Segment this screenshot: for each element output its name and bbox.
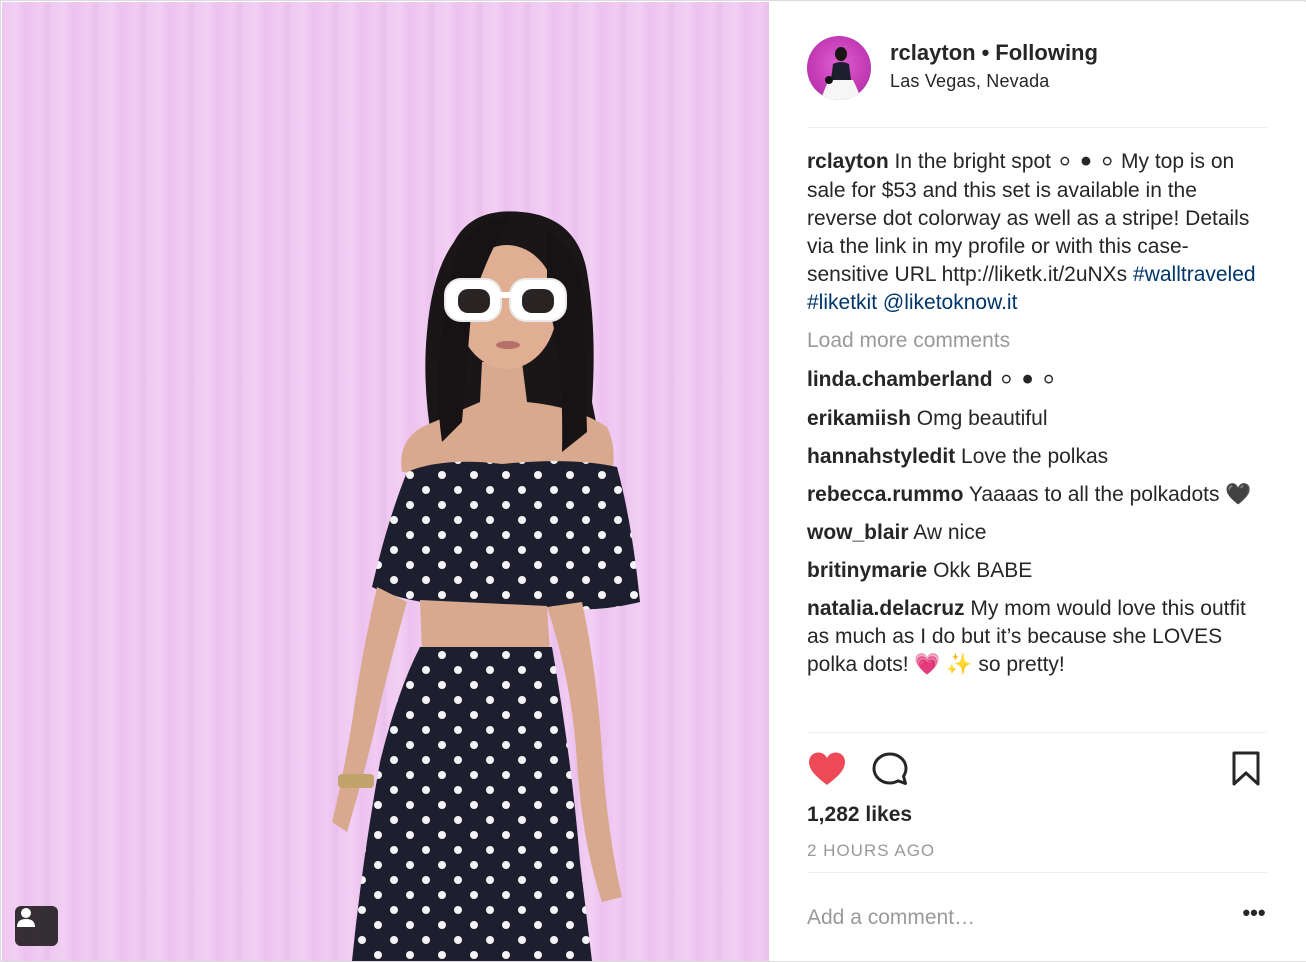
comment-username[interactable]: erikamiish (807, 407, 911, 430)
post-photo[interactable] (2, 2, 769, 961)
comment-button[interactable] (871, 751, 909, 787)
comment-username[interactable]: wow_blair (807, 521, 909, 544)
post-timestamp[interactable]: 2 HOURS AGO (807, 841, 935, 861)
avatar[interactable] (807, 36, 871, 100)
comment-item: britinymarie Okk BABE (807, 557, 1267, 585)
action-bar: 1,282 likes 2 HOURS AGO (807, 732, 1267, 872)
save-button[interactable] (1231, 751, 1261, 787)
add-comment-section: ••• (807, 872, 1267, 960)
comment-item: wow_blair Aw nice (807, 519, 1267, 547)
comment-username[interactable]: hannahstyledit (807, 445, 955, 468)
comment-text: Okk BABE (933, 559, 1033, 582)
comment-username[interactable]: rebecca.rummo (807, 483, 963, 506)
hashtag-link[interactable]: #walltraveled (1133, 263, 1256, 286)
tag-people-button[interactable] (15, 906, 58, 946)
comment-username[interactable]: britinymarie (807, 559, 927, 582)
comment-item: linda.chamberland ⚪ ⚫ ⚪ (807, 366, 1267, 395)
comment-item: rebecca.rummo Yaaaas to all the polkadot… (807, 481, 1267, 509)
avatar-image (821, 47, 861, 100)
load-more-comments-button[interactable]: Load more comments (807, 327, 1267, 355)
comment-input[interactable] (807, 903, 1207, 933)
comment-username[interactable]: linda.chamberland (807, 368, 993, 391)
post-modal: rclayton • Following Las Vegas, Nevada rcl… (0, 0, 1306, 962)
photo-illustration (332, 211, 640, 961)
comments-list[interactable]: rclayton In the bright spot ⚪ ⚫ ⚪ My top… (807, 148, 1267, 732)
hashtag-link[interactable]: #liketkit (807, 291, 877, 314)
comment-item: natalia.delacruz My mom would love this … (807, 595, 1267, 679)
comment-text: Omg beautiful (916, 407, 1048, 430)
speech-bubble-icon (871, 752, 909, 791)
likes-count[interactable]: 1,282 likes (807, 803, 912, 827)
post-location[interactable]: Las Vegas, Nevada (890, 71, 1050, 92)
comment-text: Yaaaas to all the polkadots 🖤 (968, 483, 1252, 506)
post-header: rclayton • Following Las Vegas, Nevada (807, 28, 1267, 128)
comment-text: Love the polkas (961, 445, 1109, 468)
caption-username[interactable]: rclayton (807, 150, 889, 173)
bookmark-icon (1231, 751, 1261, 791)
comment-username[interactable]: natalia.delacruz (807, 597, 965, 620)
caption-text-part-1: In the bright spot (894, 150, 1051, 173)
post-author-line: rclayton • Following (890, 40, 1098, 66)
comment-item: erikamiish Omg beautiful (807, 405, 1267, 433)
like-button[interactable] (807, 751, 847, 787)
caption-emoji: ⚪ ⚫ ⚪ (1056, 152, 1116, 173)
separator-dot: • (981, 40, 990, 65)
author-username[interactable]: rclayton (890, 40, 976, 65)
comment-text: Aw nice (913, 521, 987, 544)
more-options-button[interactable]: ••• (1240, 902, 1268, 929)
mention-link[interactable]: @liketoknow.it (883, 291, 1018, 314)
caption: rclayton In the bright spot ⚪ ⚫ ⚪ My top… (807, 148, 1267, 317)
follow-status-button[interactable]: Following (995, 40, 1098, 65)
heart-filled-icon (807, 752, 847, 791)
comment-text: ⚪ ⚫ ⚪ (998, 370, 1057, 391)
post-sidebar: rclayton • Following Las Vegas, Nevada rcl… (769, 2, 1306, 961)
comment-item: hannahstyledit Love the polkas (807, 443, 1267, 471)
